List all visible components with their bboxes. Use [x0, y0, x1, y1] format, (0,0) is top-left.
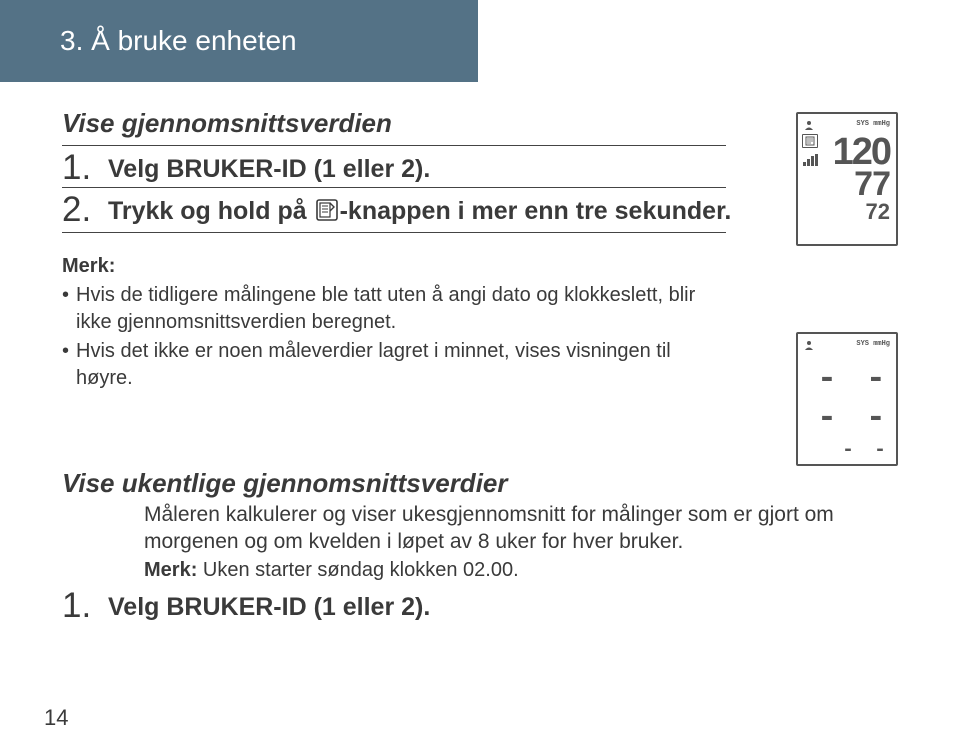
step-2-number: 2.: [62, 192, 102, 227]
person-icon: [804, 120, 814, 133]
display2-sys-dash: - -: [817, 365, 890, 396]
section-header-band: 3. Å bruke enheten: [0, 0, 478, 82]
page-number: 14: [44, 705, 68, 731]
note-item-1: Hvis de tidligere målingene ble tatt ute…: [76, 282, 712, 336]
note-block: Merk: • Hvis de tidligere målingene ble …: [62, 253, 712, 392]
section2-step-1-row: 1. Velg BRUKER-ID (1 eller 2).: [62, 588, 898, 623]
memo-icon: [802, 134, 818, 148]
step-2-text-before: Trykk og hold på: [108, 197, 314, 225]
bullet-dot: •: [62, 282, 76, 336]
bars-icon: [802, 154, 818, 166]
rule: [62, 187, 726, 188]
display-pulse-value: 72: [866, 202, 890, 222]
step-1-row: 1. Velg BRUKER-ID (1 eller 2).: [62, 150, 762, 185]
note-bullet-2: • Hvis det ikke er noen måleverdier lagr…: [62, 338, 712, 392]
step-2-text: Trykk og hold på -knappen i mer enn tre …: [108, 192, 731, 229]
display2-pulse-dash: - -: [842, 442, 890, 460]
bullet-dot: •: [62, 338, 76, 392]
section2-note: Merk: Uken starter søndag klokken 02.00.: [144, 559, 898, 582]
step-1-number: 1.: [62, 150, 102, 185]
display2-top-icons: SYS mmHg: [804, 340, 890, 353]
display2-dia-dash: - -: [817, 404, 890, 435]
step-2-text-after: -knappen i mer enn tre sekunder.: [340, 197, 732, 225]
memo-button-icon: [316, 198, 338, 229]
display-sys-value: 120: [833, 135, 890, 169]
device-display-empty: SYS mmHg - - - - - -: [796, 332, 898, 466]
section2-note-label: Merk:: [144, 559, 197, 581]
display-left-icons: [802, 134, 818, 166]
section2-paragraph: Måleren kalkulerer og viser ukesgjennoms…: [144, 501, 904, 556]
rule: [62, 145, 726, 146]
step-1-text: Velg BRUKER-ID (1 eller 2).: [108, 150, 430, 185]
section2-step-1-text: Velg BRUKER-ID (1 eller 2).: [108, 588, 430, 623]
section1-heading: Vise gjennomsnittsverdien: [62, 108, 898, 139]
display2-sys-label: SYS mmHg: [856, 340, 890, 353]
person-icon: [804, 340, 814, 353]
section2-step-1-number: 1.: [62, 588, 102, 623]
device-display-values: SYS mmHg 120 77 72: [796, 112, 898, 246]
display-dia-value: 77: [854, 169, 890, 200]
note-item-2: Hvis det ikke er noen måleverdier lagret…: [76, 338, 712, 392]
page-content: SYS mmHg 120 77 72 SYS mmHg - - - - - - …: [0, 82, 960, 623]
section2-heading: Vise ukentlige gjennomsnittsverdier: [62, 468, 898, 499]
step-2-row: 2. Trykk og hold på -knappen i mer enn t…: [62, 192, 762, 229]
note-label: Merk:: [62, 253, 712, 280]
section-header-title: 3. Å bruke enheten: [60, 25, 297, 57]
note-bullet-1: • Hvis de tidligere målingene ble tatt u…: [62, 282, 712, 336]
section2-note-text: Uken starter søndag klokken 02.00.: [203, 559, 519, 581]
rule: [62, 232, 726, 233]
